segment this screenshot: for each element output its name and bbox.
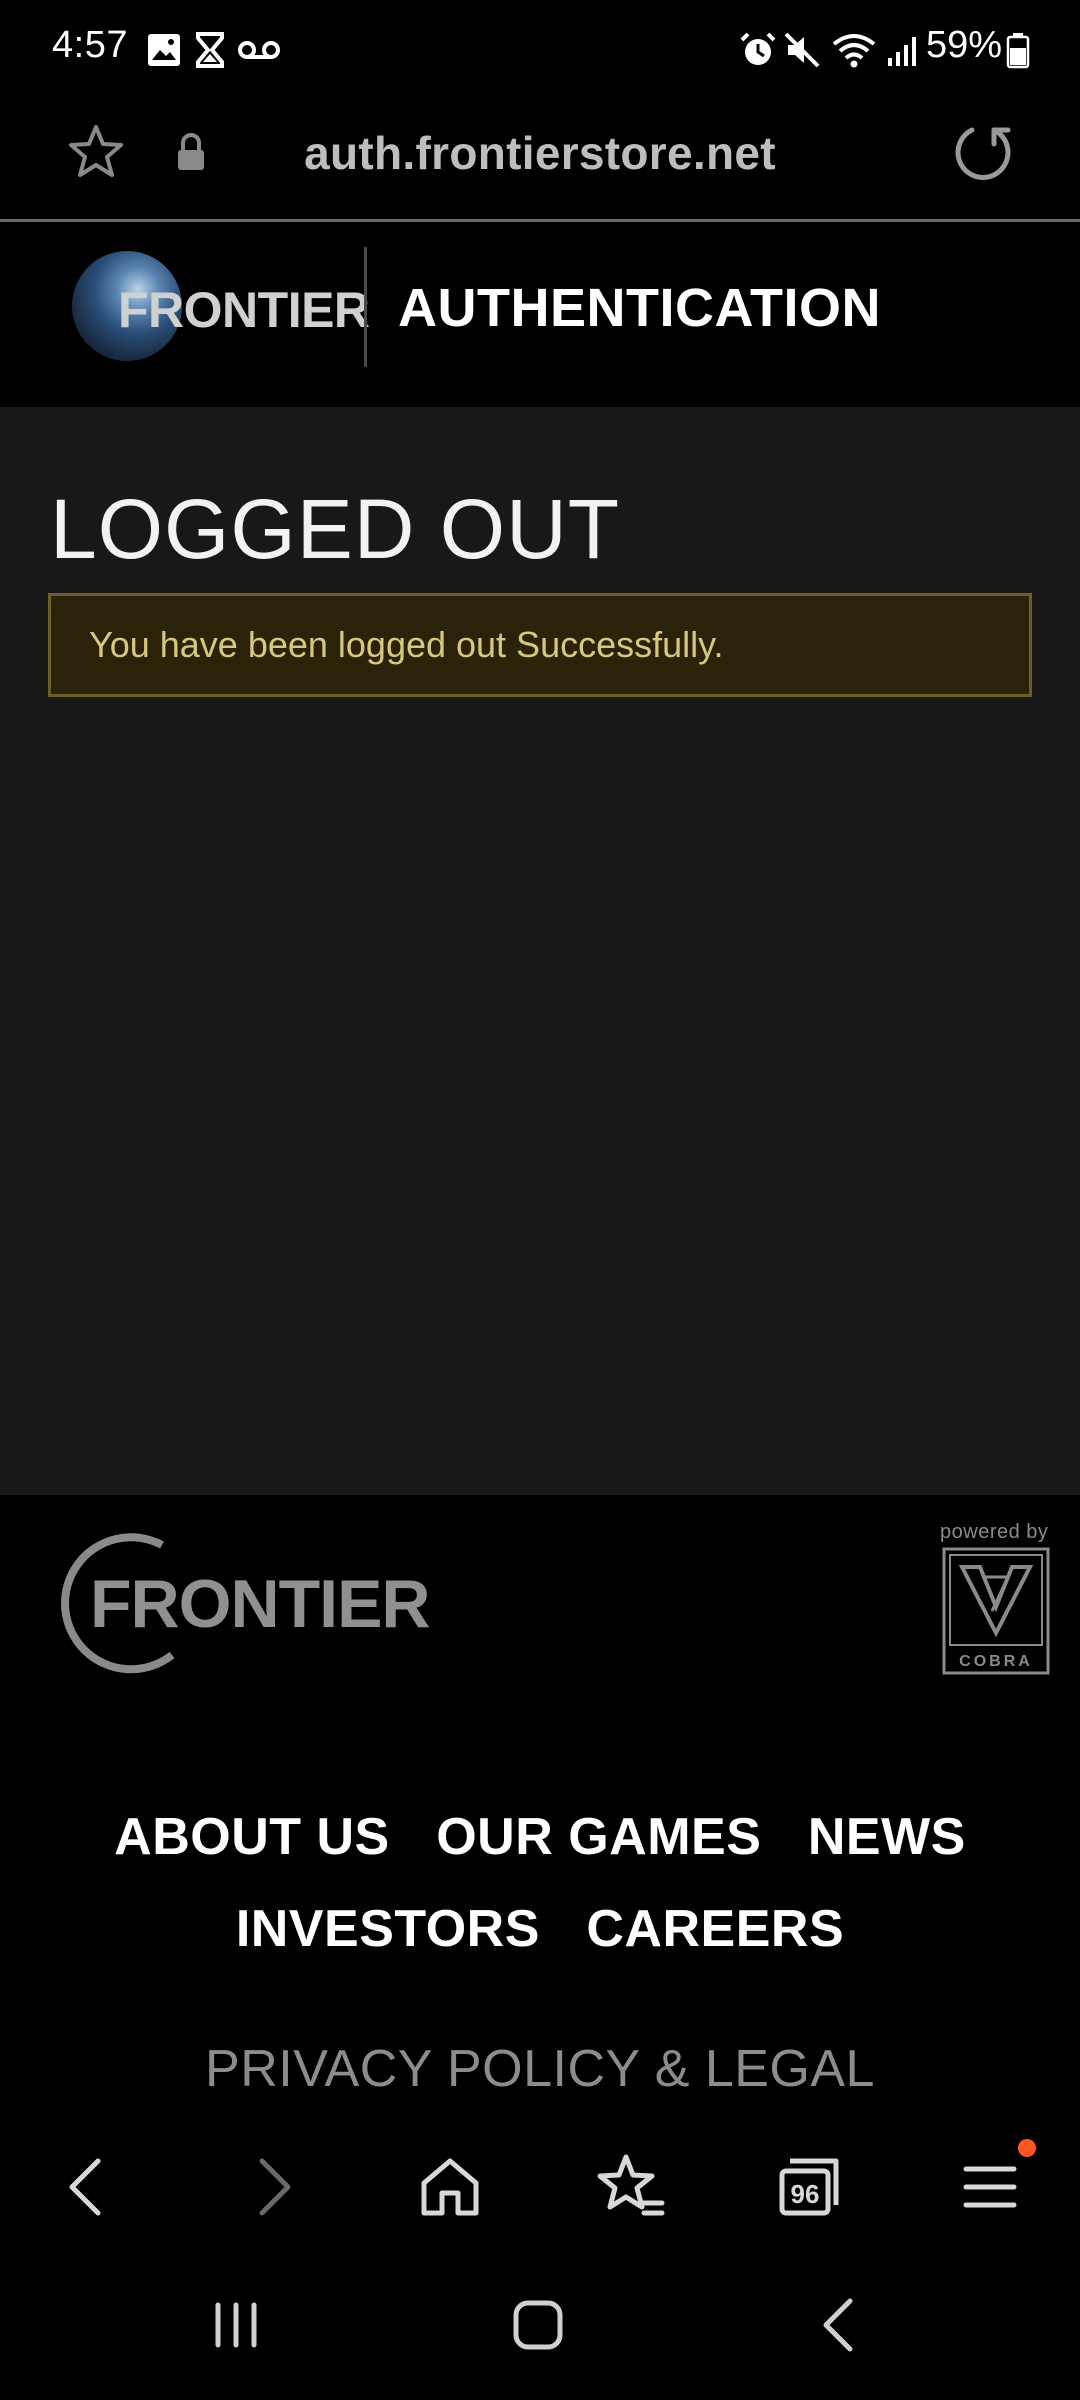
reload-icon[interactable] xyxy=(952,122,1014,184)
footer-link-investors[interactable]: INVESTORS xyxy=(236,1899,540,1959)
menu-icon[interactable] xyxy=(950,2147,1030,2227)
system-home-icon[interactable] xyxy=(498,2285,578,2365)
menu-notification-dot xyxy=(1018,2139,1036,2157)
browser-url-bar: auth.frontierstore.net xyxy=(0,100,1080,222)
alarm-icon xyxy=(740,32,776,65)
logout-alert: You have been logged out Successfully. xyxy=(48,593,1032,697)
wifi-icon xyxy=(832,34,876,68)
alert-message: You have been logged out Successfully. xyxy=(89,624,724,665)
system-back-icon[interactable] xyxy=(800,2285,880,2365)
mute-icon xyxy=(784,32,820,68)
forward-arrow-icon[interactable] xyxy=(232,2147,312,2227)
footer-link-our-games[interactable]: OUR GAMES xyxy=(436,1807,761,1867)
powered-by-label: powered by xyxy=(940,1521,1049,1543)
header-title: AUTHENTICATION xyxy=(398,278,881,338)
header-logo[interactable]: FRONTIER xyxy=(118,281,370,339)
status-bar: 4:57 59% xyxy=(0,0,1080,100)
cobra-label: COBRA xyxy=(959,1653,1033,1670)
page-title: LOGGED OUT xyxy=(50,482,621,576)
tabs-count: 96 xyxy=(791,2179,820,2209)
battery-percent: 59% xyxy=(926,24,1003,66)
signal-icon xyxy=(888,37,916,66)
footer-nav-row-1: ABOUT US OUR GAMES NEWS xyxy=(0,1807,1080,1867)
battery-icon xyxy=(1006,33,1030,69)
hourglass-icon xyxy=(196,32,224,68)
back-arrow-icon[interactable] xyxy=(48,2147,128,2227)
gallery-icon xyxy=(148,34,180,66)
footer-link-privacy[interactable]: PRIVACY POLICY & LEGAL xyxy=(0,2039,1080,2099)
bookmarks-icon[interactable] xyxy=(590,2147,670,2227)
footer-nav-row-2: INVESTORS CAREERS xyxy=(0,1899,1080,1959)
footer-link-about-us[interactable]: ABOUT US xyxy=(114,1807,390,1867)
voicemail-icon xyxy=(238,41,280,59)
status-time: 4:57 xyxy=(52,24,128,66)
footer-link-news[interactable]: NEWS xyxy=(808,1807,966,1867)
main-content: LOGGED OUT You have been logged out Succ… xyxy=(0,407,1080,1495)
header-divider xyxy=(364,247,367,367)
browser-toolbar: 96 xyxy=(0,2125,1080,2245)
footer-logo-text[interactable]: FRONTIER xyxy=(90,1565,431,1643)
footer-link-careers[interactable]: CAREERS xyxy=(586,1899,844,1959)
tabs-icon[interactable]: 96 xyxy=(770,2147,850,2227)
site-footer: FRONTIER powered by COBRA ABOUT US OUR G… xyxy=(0,1495,1080,2125)
recent-apps-icon[interactable] xyxy=(196,2285,276,2365)
site-header: FRONTIER AUTHENTICATION xyxy=(0,225,1080,407)
home-icon[interactable] xyxy=(410,2147,490,2227)
system-nav-bar xyxy=(0,2245,1080,2400)
cobra-badge-icon[interactable]: COBRA xyxy=(942,1547,1050,1675)
url-text[interactable]: auth.frontierstore.net xyxy=(0,126,1080,180)
